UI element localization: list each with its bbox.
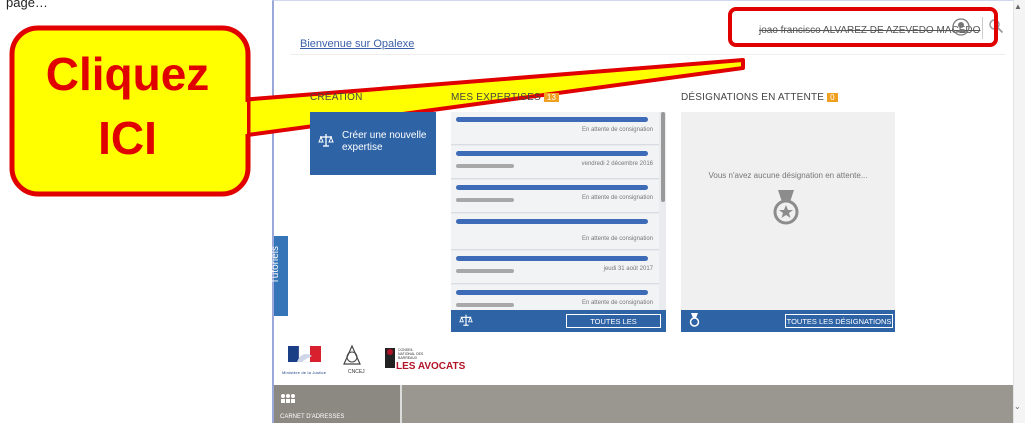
designations-title-text: DÉSIGNATIONS EN ATTENTE bbox=[681, 92, 825, 103]
medal-icon bbox=[689, 313, 700, 327]
avocats-logo-caption: CONSEIL NATIONAL DES BARREAUX bbox=[398, 348, 424, 360]
callout-label: Cliquez ICI bbox=[20, 42, 235, 170]
tutorials-label: Tutoriels bbox=[270, 246, 281, 284]
all-expertises-button[interactable]: TOUTES LES EXPERTISES bbox=[566, 314, 661, 340]
designations-count-badge: 0 bbox=[827, 93, 838, 102]
expertise-status: En attente de consignation bbox=[581, 300, 653, 306]
list-item[interactable]: En attente de consignation bbox=[451, 180, 659, 213]
scroll-up-icon[interactable]: ▲ bbox=[1014, 2, 1022, 11]
list-item[interactable]: En attente de consignation bbox=[451, 214, 659, 250]
page-caption: page… bbox=[6, 0, 48, 10]
scales-icon bbox=[318, 134, 334, 147]
expertise-status: vendredi 2 décembre 2016 bbox=[581, 161, 653, 167]
list-item[interactable]: jeudi 31 août 2017 bbox=[451, 251, 659, 284]
expertises-title: MES EXPERTISES 13 bbox=[451, 92, 560, 103]
avocats-logo bbox=[385, 348, 395, 368]
medal-icon bbox=[773, 190, 799, 225]
cncej-logo bbox=[343, 344, 361, 365]
page-scrollbar[interactable] bbox=[1013, 0, 1025, 423]
expertise-status: En attente de consignation bbox=[581, 127, 653, 133]
expertise-status: En attente de consignation bbox=[581, 195, 653, 201]
list-item[interactable]: vendredi 2 décembre 2016 bbox=[451, 146, 659, 179]
people-icon bbox=[281, 394, 295, 403]
creation-title: CRÉATION bbox=[310, 92, 363, 103]
expertises-title-text: MES EXPERTISES bbox=[451, 92, 541, 103]
cncej-logo-text: CNCEJ bbox=[348, 369, 365, 375]
callout-line-2: ICI bbox=[98, 112, 157, 164]
all-designations-button[interactable]: TOUTES LES DÉSIGNATIONS bbox=[785, 314, 893, 328]
expertise-status: En attente de consignation bbox=[581, 236, 653, 242]
expertises-count-badge: 13 bbox=[543, 93, 560, 102]
create-expertise-button[interactable]: Créer une nouvelle expertise bbox=[310, 112, 436, 175]
list-item[interactable]: En attente de consignation bbox=[451, 112, 659, 145]
designations-empty-message: Vous n'avez aucune désignation en attent… bbox=[708, 171, 868, 180]
avocats-logo-text: LES AVOCATS bbox=[396, 361, 466, 372]
address-book-label: CARNET D'ADRESSES bbox=[280, 414, 345, 420]
designations-title: DÉSIGNATIONS EN ATTENTE 0 bbox=[681, 92, 838, 103]
scroll-down-icon[interactable]: ⌄ bbox=[1014, 402, 1021, 411]
expertise-status: jeudi 31 août 2017 bbox=[603, 266, 653, 272]
highlight-box bbox=[728, 7, 998, 47]
ministere-logo-text: Ministère de la Justice bbox=[282, 370, 327, 375]
ministere-logo bbox=[288, 346, 321, 363]
scales-icon bbox=[459, 314, 473, 326]
create-expertise-label: Créer une nouvelle expertise bbox=[342, 130, 427, 153]
list-item[interactable]: En attente de consignation bbox=[451, 285, 659, 310]
callout-line-1: Cliquez bbox=[45, 48, 210, 100]
expertises-list[interactable]: En attente de consignation vendredi 2 dé… bbox=[451, 112, 666, 310]
expertises-scrollbar[interactable] bbox=[661, 112, 665, 202]
